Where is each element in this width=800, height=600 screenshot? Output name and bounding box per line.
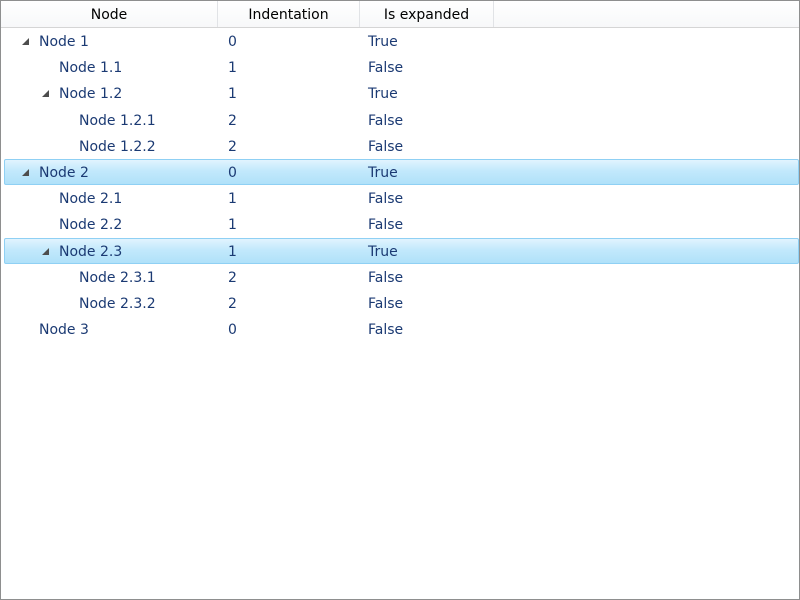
- is-expanded-cell: False: [368, 322, 404, 339]
- tree-row[interactable]: Node 2 0 True: [4, 158, 799, 186]
- indentation-cell: 2: [228, 138, 237, 155]
- indentation-cell: 0: [228, 322, 237, 339]
- tree-row[interactable]: Node 3 0 False: [1, 316, 799, 342]
- node-label: Node 2: [39, 164, 89, 181]
- node-label: Node 1.2: [59, 86, 123, 103]
- is-expanded-cell: True: [368, 164, 398, 181]
- node-label: Node 2.1: [59, 191, 123, 208]
- expanded-triangle-icon[interactable]: [22, 38, 29, 45]
- is-expanded-cell: True: [368, 86, 398, 103]
- is-expanded-cell: True: [368, 243, 398, 260]
- tree-row[interactable]: Node 2.2 1 False: [1, 211, 799, 237]
- indentation-cell: 0: [228, 164, 237, 181]
- column-header-row: Node Indentation Is expanded: [1, 1, 799, 28]
- tree-row[interactable]: Node 2.3.1 2 False: [1, 264, 799, 290]
- node-label: Node 3: [39, 322, 89, 339]
- is-expanded-cell: False: [368, 191, 404, 208]
- is-expanded-cell: True: [368, 34, 398, 50]
- tree-row[interactable]: Node 1.2 1 True: [1, 80, 799, 106]
- tree-row[interactable]: Node 2.1 1 False: [1, 185, 799, 211]
- tree-row[interactable]: Node 1.2.1 2 False: [1, 107, 799, 133]
- tree-rows: Node 1 0 True Node 1.1 1 False Node 1.2 1 True No…: [1, 28, 799, 342]
- is-expanded-cell: False: [368, 217, 404, 234]
- node-label: Node 1.1: [59, 60, 123, 77]
- column-header-node[interactable]: Node: [1, 1, 218, 27]
- indentation-cell: 0: [228, 34, 237, 50]
- tree-row[interactable]: Node 1.2.2 2 False: [1, 133, 799, 159]
- column-header-indentation[interactable]: Indentation: [218, 1, 360, 27]
- indentation-cell: 2: [228, 295, 237, 312]
- tree-row[interactable]: Node 2.3 1 True: [4, 237, 799, 264]
- expanded-triangle-icon[interactable]: [42, 90, 49, 98]
- node-label: Node 2.3.2: [79, 295, 156, 312]
- indentation-cell: 1: [228, 217, 237, 234]
- is-expanded-cell: False: [368, 60, 404, 77]
- node-label: Node 2.3: [59, 243, 123, 260]
- column-header-is-expanded[interactable]: Is expanded: [360, 1, 494, 27]
- is-expanded-cell: False: [368, 138, 404, 155]
- node-label: Node 2.3.1: [79, 269, 156, 286]
- is-expanded-cell: False: [368, 269, 404, 286]
- node-label: Node 1.2.2: [79, 138, 156, 155]
- node-label: Node 1: [39, 34, 89, 50]
- tree-row[interactable]: Node 1.1 1 False: [1, 54, 799, 80]
- node-label: Node 1.2.1: [79, 112, 156, 129]
- tree-row[interactable]: Node 2.3.2 2 False: [1, 290, 799, 316]
- tree-list-view: Node Indentation Is expanded Node 1 0 True…: [0, 0, 800, 600]
- is-expanded-cell: False: [368, 295, 404, 312]
- indentation-cell: 2: [228, 269, 237, 286]
- indentation-cell: 2: [228, 112, 237, 129]
- expanded-triangle-icon[interactable]: [42, 247, 49, 255]
- tree-row[interactable]: Node 1 0 True: [1, 28, 799, 54]
- is-expanded-cell: False: [368, 112, 404, 129]
- node-label: Node 2.2: [59, 217, 123, 234]
- indentation-cell: 1: [228, 243, 237, 260]
- indentation-cell: 1: [228, 60, 237, 77]
- indentation-cell: 1: [228, 86, 237, 103]
- expanded-triangle-icon[interactable]: [22, 168, 29, 176]
- indentation-cell: 1: [228, 191, 237, 208]
